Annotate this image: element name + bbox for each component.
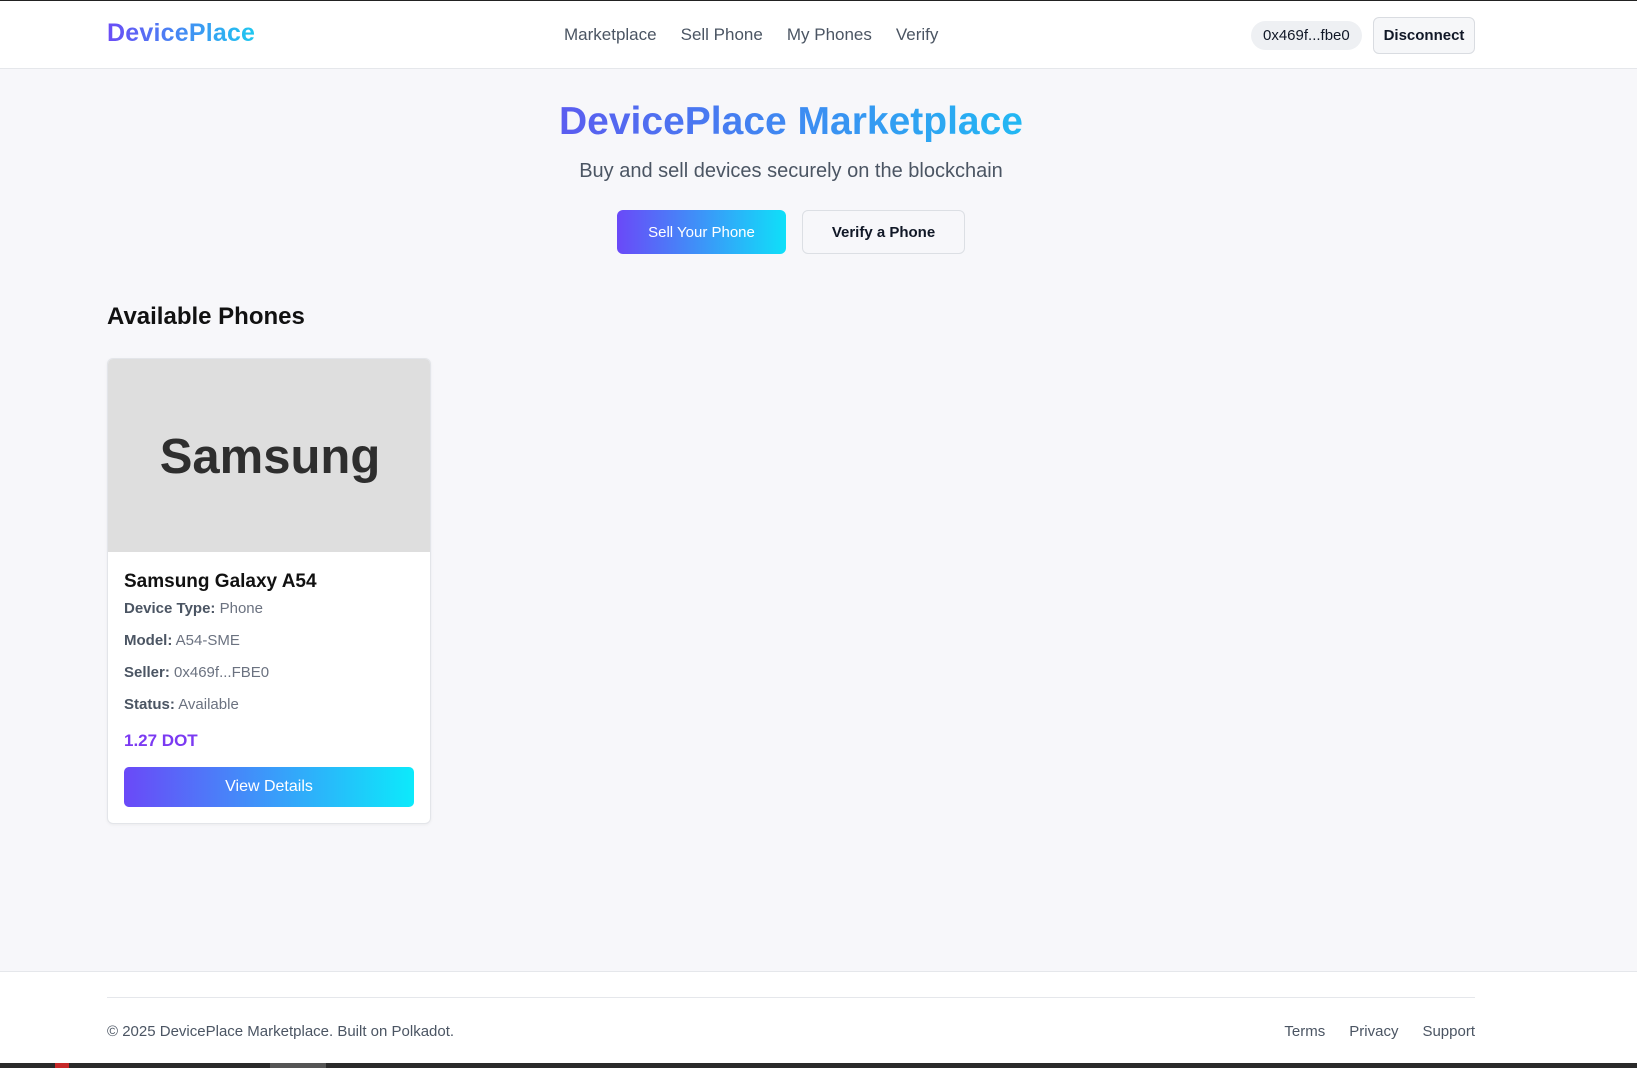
model-label: Model: [124, 632, 173, 649]
model-row: Model: A54-SME [124, 632, 240, 649]
status-value: Available [178, 696, 239, 713]
status-row: Status: Available [124, 696, 239, 713]
seller-value: 0x469f...FBE0 [174, 664, 270, 681]
footer-link-terms[interactable]: Terms [1284, 1023, 1325, 1040]
phone-name: Samsung Galaxy A54 [124, 571, 317, 592]
logo[interactable]: DevicePlace [107, 19, 255, 48]
view-details-button[interactable]: View Details [124, 767, 414, 807]
footer-links: Terms Privacy Support [1284, 1023, 1475, 1040]
nav-link-sell-phone[interactable]: Sell Phone [681, 25, 763, 45]
device-type-value: Phone [219, 600, 263, 617]
disconnect-button[interactable]: Disconnect [1373, 17, 1475, 54]
footer-copyright: © 2025 DevicePlace Marketplace. Built on… [107, 1023, 455, 1040]
verify-a-phone-button[interactable]: Verify a Phone [802, 210, 965, 254]
footer-link-support[interactable]: Support [1422, 1023, 1475, 1040]
wallet-address-badge: 0x469f...fbe0 [1251, 21, 1362, 50]
nav-link-marketplace[interactable]: Marketplace [564, 25, 657, 45]
footer: © 2025 DevicePlace Marketplace. Built on… [0, 971, 1637, 1063]
taskbar-indicator [55, 1063, 69, 1068]
seller-row: Seller: 0x469f...FBE0 [124, 664, 269, 681]
status-label: Status: [124, 696, 175, 713]
device-type-label: Device Type: [124, 600, 216, 617]
phone-image-brand-text: Samsung [159, 429, 381, 484]
hero-title: DevicePlace Marketplace [0, 100, 1582, 144]
hero-subtitle: Buy and sell devices securely on the blo… [579, 160, 1003, 182]
footer-divider [107, 997, 1475, 998]
seller-label: Seller: [124, 664, 170, 681]
navbar: DevicePlace Marketplace Sell Phone My Ph… [0, 1, 1637, 69]
device-type-row: Device Type: Phone [124, 600, 263, 617]
section-title: Available Phones [107, 303, 305, 330]
phone-price: 1.27 DOT [124, 731, 198, 750]
hero-title-text: DevicePlace Marketplace [559, 100, 1023, 143]
footer-link-privacy[interactable]: Privacy [1349, 1023, 1398, 1040]
nav-links: Marketplace Sell Phone My Phones Verify [564, 25, 938, 45]
phone-image: Samsung [108, 359, 430, 552]
nav-link-my-phones[interactable]: My Phones [787, 25, 872, 45]
taskbar [0, 1063, 1637, 1068]
model-value: A54-SME [175, 632, 240, 649]
sell-your-phone-button[interactable]: Sell Your Phone [617, 210, 786, 254]
nav-link-verify[interactable]: Verify [896, 25, 939, 45]
phone-card: Samsung Samsung Galaxy A54 Device Type: … [107, 358, 431, 824]
taskbar-tab [270, 1063, 326, 1068]
